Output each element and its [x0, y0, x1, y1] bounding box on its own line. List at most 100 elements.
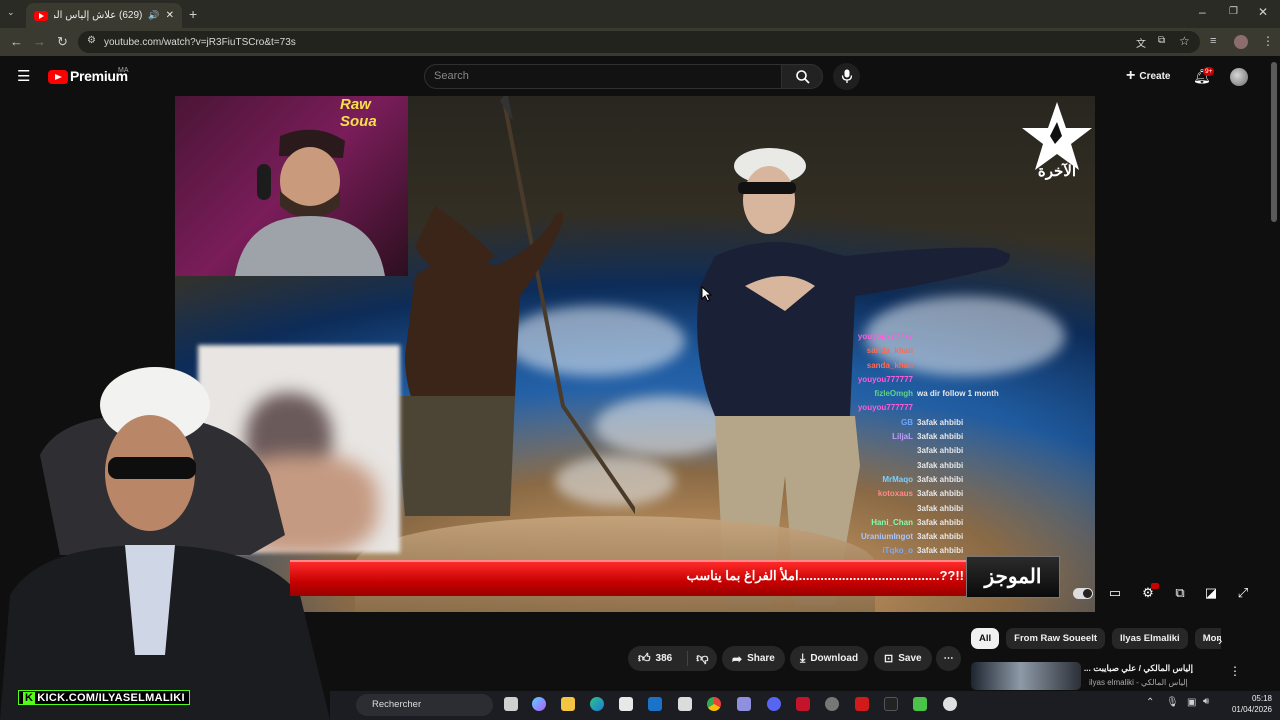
hamburger-menu-icon[interactable]: ☰ [17, 69, 30, 84]
search-input[interactable]: Search [424, 64, 782, 89]
bookmark-star-icon[interactable]: ☆ [1179, 34, 1190, 48]
chat-username: youyou777777 [857, 374, 913, 384]
chat-username: UraniumIngot [861, 532, 913, 542]
chat-username: sanda_khan [866, 346, 913, 356]
minimize-icon[interactable]: – [1199, 6, 1206, 18]
recommended-channel[interactable]: ilyas elmaliki - إلياس المالكي [1089, 678, 1188, 687]
microphone-tray-icon[interactable]: 🎙︎ [1166, 698, 1179, 708]
recommended-video[interactable]: إلياس المالكي / علي صبايبت ... ilyas elm… [971, 660, 1251, 692]
address-bar[interactable]: ⚙ youtube.com/watch?v=jR3FiuTSCro&t=73s … [78, 31, 1200, 53]
dislike-button[interactable]: 👎︎ [687, 651, 708, 666]
country-code: MA [118, 67, 129, 74]
copilot-icon[interactable] [532, 697, 546, 711]
screen: ⌄ (629) علاش إلياس المالكي تـ... 🔊 ✕ + –… [0, 0, 1280, 720]
streamer-figure [235, 129, 385, 276]
chat-message: LiljaL 3afak ahbibi [840, 430, 1040, 444]
news-ticker-text: املأ الفراغ بما يناسب...................… [686, 568, 964, 583]
voice-search-button[interactable] [833, 63, 860, 90]
download-button[interactable]: ⤓ Download [790, 646, 869, 671]
recommended-thumbnail[interactable] [971, 662, 1081, 690]
reading-list-icon[interactable]: ≡ [1210, 36, 1216, 47]
chat-message: youyou777777 [840, 373, 1040, 387]
site-info-icon[interactable]: ⚙ [87, 35, 96, 46]
chip-all[interactable]: All [971, 628, 1000, 649]
obs-icon[interactable] [825, 697, 839, 711]
page-scrollbar[interactable] [1271, 62, 1277, 222]
chip-ilyas-elmaliki[interactable]: Ilyas Elmaliki [1112, 628, 1188, 649]
recommendation-chips: All From Raw Soueelt Ilyas Elmaliki Mon [971, 628, 1221, 650]
share-button[interactable]: ➦ Share [722, 646, 785, 671]
network-icon[interactable]: ▣ [1187, 698, 1196, 708]
autoplay-toggle[interactable] [1073, 588, 1093, 599]
media-player-icon[interactable] [943, 697, 957, 711]
chat-message: fizleOmgh wa dir follow 1 month [840, 387, 1040, 401]
edge-icon[interactable] [590, 697, 604, 711]
recommended-title[interactable]: إلياس المالكي / علي صبايبت ... [1073, 663, 1193, 674]
search-icon [796, 70, 810, 84]
download-label: Download [810, 653, 859, 664]
taskbar-clock[interactable]: 05:18 01/04/2026 [1222, 693, 1272, 715]
task-view-icon[interactable] [504, 697, 518, 711]
chat-text: 3afak ahbibi [917, 489, 964, 499]
taskbar-search-label: Rechercher [372, 699, 422, 710]
chat-username: sanda_khan [866, 360, 913, 370]
tab-list-icon[interactable]: ⌄ [7, 8, 15, 17]
discord-icon[interactable] [767, 697, 781, 711]
gaming-icon[interactable] [737, 697, 751, 711]
cast-icon[interactable]: ◪ [1203, 585, 1219, 601]
plus-icon: + [1126, 67, 1136, 84]
new-tab-icon[interactable]: + [189, 7, 197, 21]
app-green-icon[interactable] [913, 697, 927, 711]
taskbar-search[interactable]: Rechercher [356, 694, 493, 716]
reload-icon[interactable]: ↻ [57, 35, 68, 48]
fullscreen-icon[interactable]: ⤢ [1235, 585, 1251, 601]
youtube-logo-icon[interactable] [48, 70, 68, 84]
news-ticker: املأ الفراغ بما يناسب...................… [290, 556, 1060, 598]
profile-avatar-icon[interactable] [1234, 35, 1248, 49]
chat-username: LiljaL [892, 432, 913, 442]
volume-icon[interactable]: 🔊︎ [1203, 697, 1209, 707]
browser-tab[interactable]: (629) علاش إلياس المالكي تـ... 🔊 ✕ [26, 3, 182, 28]
kick-logo-icon: K [23, 692, 36, 704]
adobe-icon[interactable] [796, 697, 810, 711]
file-explorer-icon[interactable] [561, 697, 575, 711]
account-avatar[interactable] [1230, 68, 1248, 86]
store-icon[interactable] [619, 697, 633, 711]
system-tray-chevron-icon[interactable]: ⌃ [1146, 698, 1154, 708]
more-actions-button[interactable]: ⋯ [936, 646, 961, 671]
download-icon: ⤓ [800, 651, 806, 665]
photos-icon[interactable] [678, 697, 692, 711]
chip-from-raw-soueelt[interactable]: From Raw Soueelt [1006, 628, 1106, 649]
clock-time: 05:18 [1251, 694, 1272, 703]
subtitles-icon[interactable]: ▭ [1107, 585, 1123, 601]
chevron-right-icon[interactable]: › [1218, 634, 1222, 647]
install-app-icon[interactable]: ⧉ [1158, 35, 1165, 46]
outlook-icon[interactable] [648, 697, 662, 711]
forward-icon[interactable]: → [33, 35, 46, 48]
maximize-icon[interactable]: ❐ [1229, 7, 1238, 17]
clock-date: 01/04/2026 [1231, 705, 1272, 714]
search-button[interactable] [781, 64, 823, 89]
chrome-icon[interactable] [707, 697, 721, 711]
back-icon[interactable]: ← [10, 35, 23, 48]
chat-message: Hani_Chan 3afak ahbibi [840, 516, 1040, 530]
terminal-icon[interactable] [884, 697, 898, 711]
notifications-badge: 9+ [1203, 67, 1215, 76]
miniplayer-icon[interactable]: ⧉ [1172, 585, 1188, 601]
translate-icon[interactable]: 文 [1136, 35, 1146, 50]
live-chat-overlay: youyou777777 sanda_khan sanda_khan youyou77… [840, 330, 1040, 573]
close-window-icon[interactable]: ✕ [1258, 6, 1268, 18]
like-button[interactable]: 👍︎ 386 [628, 651, 682, 666]
recording-app-icon[interactable] [855, 697, 869, 711]
chat-username [840, 502, 913, 516]
save-button[interactable]: ⊡ Save [874, 646, 932, 671]
create-button[interactable]: + Create [1120, 64, 1178, 88]
tab-audio-icon[interactable]: 🔊 [148, 10, 159, 21]
browser-menu-icon[interactable]: ⋮ [1262, 35, 1274, 47]
tab-close-icon[interactable]: ✕ [166, 10, 174, 21]
chat-text: 3afak ahbibi [917, 503, 964, 513]
chat-text: wa dir follow 1 month [917, 389, 999, 399]
recommended-more-icon[interactable]: ⋮ [1229, 664, 1241, 678]
chat-message: youyou777777 [840, 330, 1040, 344]
chat-message: sanda_khan [840, 359, 1040, 373]
